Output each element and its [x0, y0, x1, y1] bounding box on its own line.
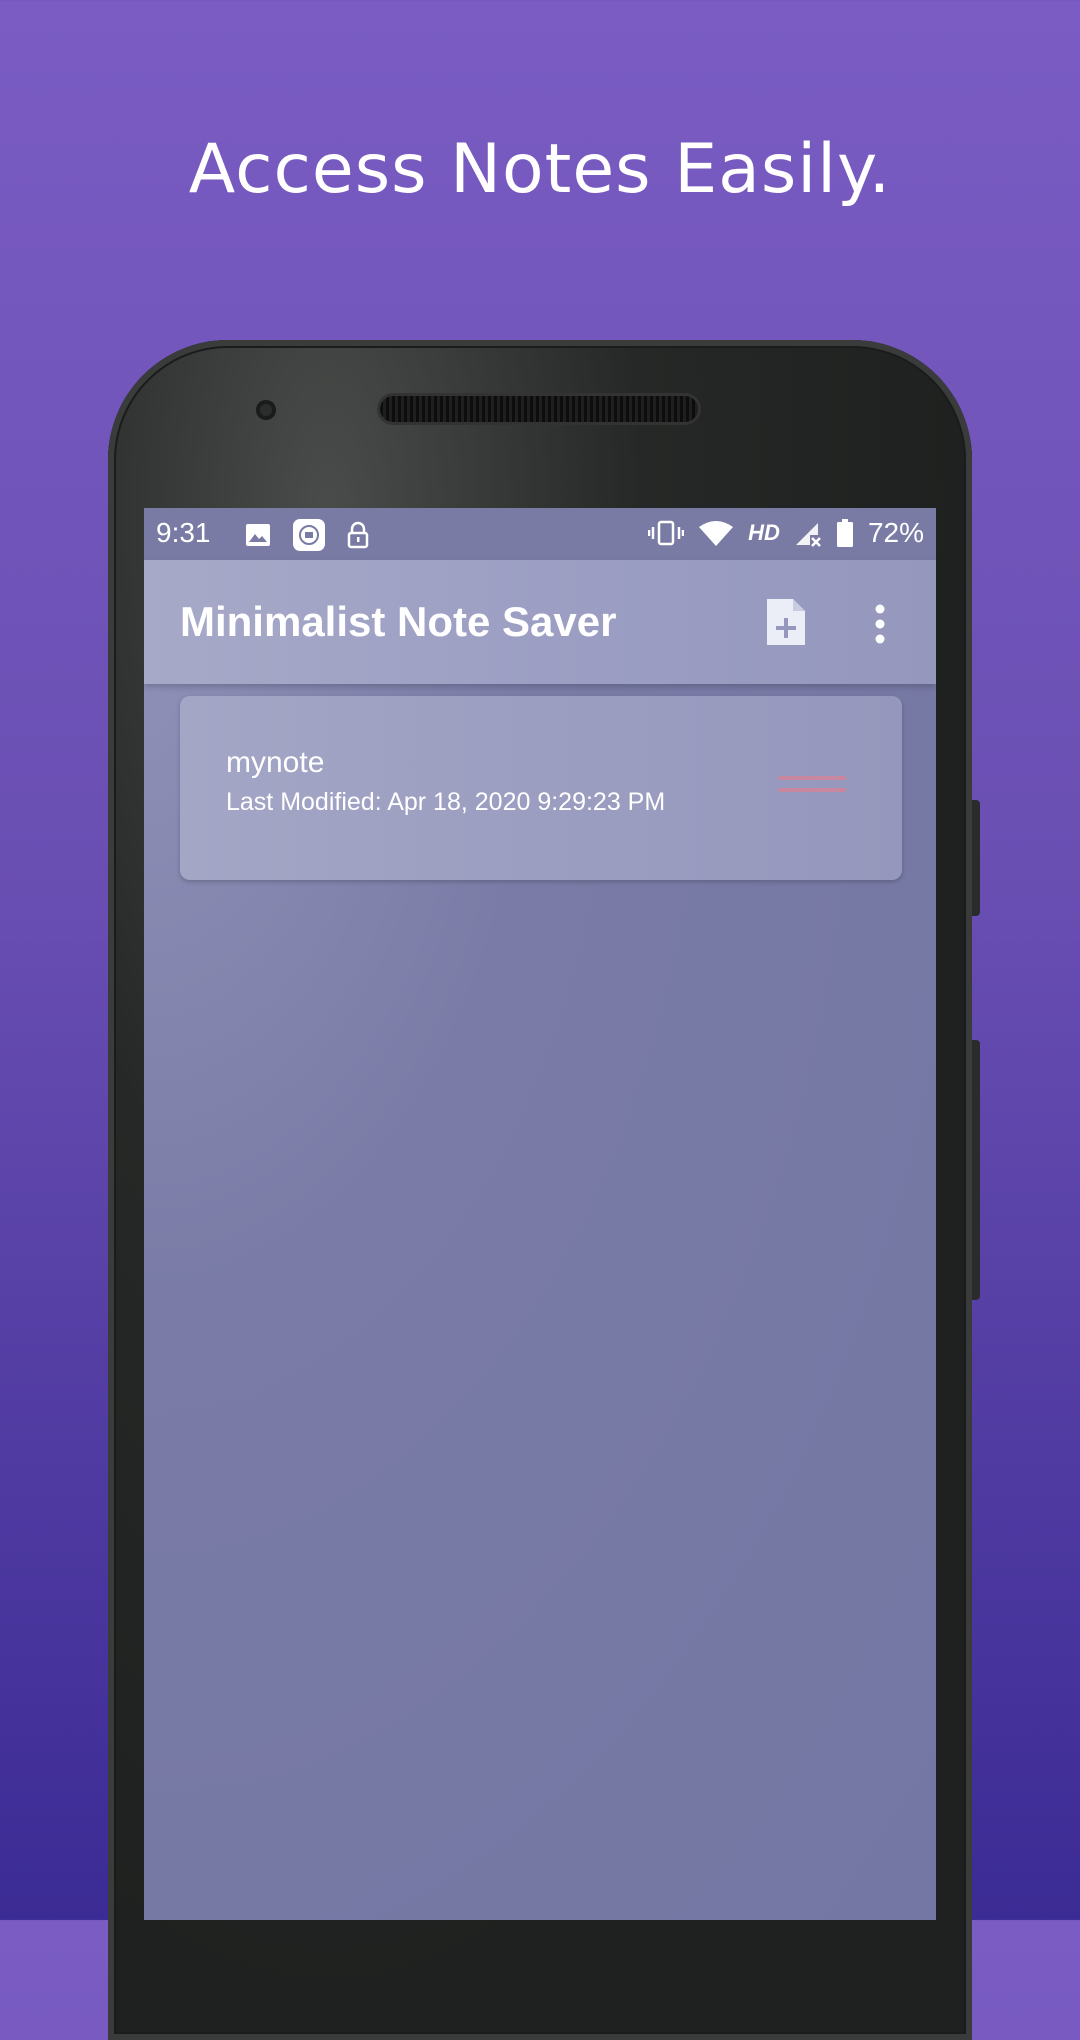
app-bar: Minimalist Note Saver	[144, 560, 936, 684]
vibrate-icon	[648, 520, 685, 546]
battery-percentage: 72%	[867, 517, 924, 548]
app-title: Minimalist Note Saver	[180, 598, 617, 645]
front-camera	[256, 400, 276, 420]
new-note-icon[interactable]	[764, 596, 808, 648]
hd-indicator: HD	[748, 520, 780, 545]
headline: Access Notes Easily.	[188, 130, 892, 209]
signal-icon	[795, 523, 821, 547]
app-notification-icon	[293, 519, 325, 551]
notes-list: mynote Last Modified: Apr 18, 2020 9:29:…	[144, 684, 936, 1920]
wifi-icon	[699, 521, 734, 546]
status-bar: 9:31 HD 72%	[144, 508, 936, 560]
side-button-upper	[972, 800, 980, 916]
side-button-lower	[972, 1040, 980, 1300]
overflow-menu-icon[interactable]	[870, 604, 890, 644]
note-title: mynote	[226, 746, 325, 779]
note-modified: Last Modified: Apr 18, 2020 9:29:23 PM	[226, 788, 666, 816]
phone-screen: 9:31 HD 72% Minimalist Note Saver mynote…	[144, 508, 936, 1920]
note-card[interactable]: mynote Last Modified: Apr 18, 2020 9:29:…	[180, 696, 902, 880]
image-icon	[246, 524, 270, 546]
battery-icon	[836, 519, 853, 547]
lock-icon	[347, 521, 369, 549]
drag-handle-icon[interactable]	[778, 776, 846, 802]
status-right-icons: HD 72%	[648, 517, 924, 549]
earpiece-speaker	[380, 396, 698, 422]
status-left-icons	[244, 518, 370, 552]
status-time: 9:31	[156, 517, 211, 548]
